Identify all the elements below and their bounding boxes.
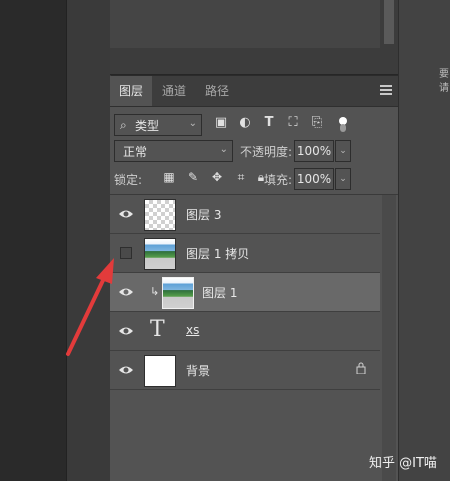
- top-panel-scrollbar[interactable]: [384, 0, 394, 44]
- tab-layers[interactable]: 图层: [110, 76, 153, 106]
- lock-row: 锁定: ▦ ✎ ✥ ⌗ 🔒︎ 填充: 100% ⌄: [114, 168, 394, 190]
- layer-row[interactable]: 图层 1 拷贝: [110, 234, 380, 273]
- layer-name[interactable]: 背景: [186, 362, 210, 379]
- tab-paths[interactable]: 路径: [196, 76, 238, 106]
- layers-scrollbar[interactable]: [382, 195, 396, 481]
- fill-dropdown-button[interactable]: ⌄: [335, 168, 351, 190]
- layers-panel: 图层 通道 路径 ⌕ 类型 ⌄ ▣ ◐ T ⛶ ⎘ 正常 ⌄ 不透明度: 100…: [110, 76, 398, 481]
- eye-icon[interactable]: [118, 284, 134, 300]
- watermark: 知乎 @IT喵: [369, 456, 437, 471]
- blend-mode-value: 正常: [123, 145, 148, 159]
- pixel-filter-icon[interactable]: ▣: [214, 116, 228, 130]
- search-icon: ⌕: [120, 118, 127, 132]
- fill-input[interactable]: 100%: [294, 168, 334, 190]
- filter-toggle-icon[interactable]: [336, 116, 350, 132]
- chevron-down-icon: ⌄: [219, 144, 228, 155]
- opacity-input[interactable]: 100%: [294, 140, 334, 162]
- layer-name[interactable]: 图层 1: [202, 284, 237, 301]
- layer-thumbnail: [144, 199, 176, 231]
- lock-image-pixels-icon[interactable]: ✎: [186, 170, 200, 184]
- opacity-label: 不透明度:: [240, 145, 293, 159]
- layer-thumbnail: [162, 277, 194, 309]
- visibility-toggle-empty[interactable]: [120, 247, 132, 259]
- lock-icon: [356, 362, 366, 377]
- chevron-down-icon: ⌄: [188, 118, 197, 129]
- clipping-mask-arrow-icon: ↳: [150, 285, 160, 298]
- prevent-autonest-icon[interactable]: ⌗: [234, 170, 248, 184]
- layer-thumbnail: [144, 355, 176, 387]
- top-panel: [110, 0, 398, 75]
- adjustment-filter-icon[interactable]: ◐: [238, 116, 252, 130]
- eye-icon[interactable]: [118, 323, 134, 339]
- opacity-dropdown-button[interactable]: ⌄: [335, 140, 351, 162]
- layer-name[interactable]: 图层 1 拷贝: [186, 245, 249, 262]
- workspace-left: [0, 0, 66, 481]
- smart-object-filter-icon[interactable]: ⎘: [310, 116, 324, 130]
- layer-row[interactable]: 背景: [110, 351, 380, 390]
- fill-label: 填充:: [264, 173, 293, 187]
- layer-row-selected[interactable]: ↳ 图层 1: [110, 273, 380, 312]
- blend-mode-select[interactable]: 正常 ⌄: [114, 140, 233, 162]
- eye-icon[interactable]: [118, 206, 134, 222]
- filter-kind-select[interactable]: ⌕ 类型 ⌄: [114, 114, 202, 136]
- right-hint-text: 要 请: [439, 69, 449, 94]
- lock-transparent-pixels-icon[interactable]: ▦: [162, 170, 176, 184]
- shape-filter-icon[interactable]: ⛶: [286, 116, 300, 130]
- filter-kind-label: 类型: [135, 119, 160, 133]
- layer-thumbnail: [144, 238, 176, 270]
- side-dock: [66, 0, 111, 481]
- type-filter-icon[interactable]: T: [262, 116, 276, 130]
- lock-position-icon[interactable]: ✥: [210, 170, 224, 184]
- panel-menu-icon[interactable]: [380, 85, 392, 97]
- eye-icon[interactable]: [118, 362, 134, 378]
- tab-channels[interactable]: 通道: [153, 76, 195, 106]
- layer-name[interactable]: 图层 3: [186, 206, 221, 223]
- layer-row[interactable]: 图层 3: [110, 195, 380, 234]
- lock-label: 锁定:: [114, 173, 143, 187]
- text-layer-icon: T: [150, 317, 165, 342]
- layer-row[interactable]: T xs: [110, 312, 380, 351]
- right-panel: 要 请: [398, 0, 450, 481]
- panel-tabs: 图层 通道 路径: [110, 76, 398, 107]
- top-panel-content: [110, 0, 380, 48]
- blend-row: 正常 ⌄ 不透明度: 100% ⌄: [114, 140, 394, 162]
- layer-name[interactable]: xs: [186, 323, 199, 337]
